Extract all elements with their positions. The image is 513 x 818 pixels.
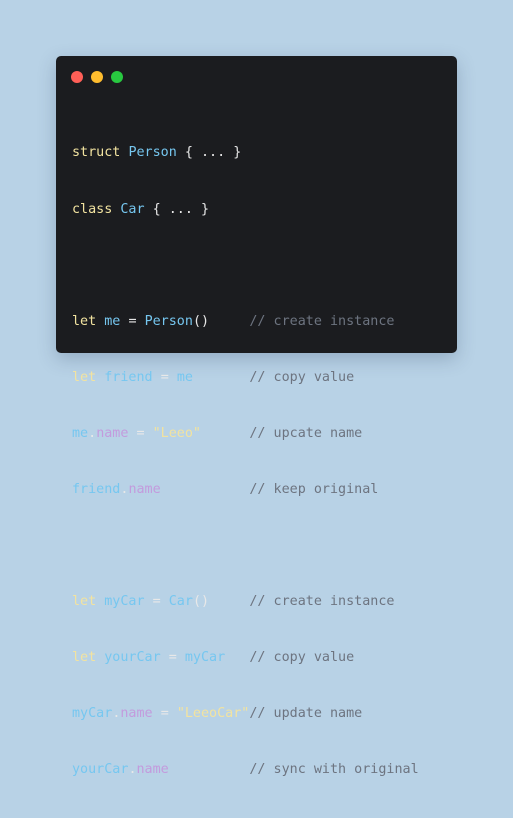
property: name [136,762,169,778]
comment: // update name [249,706,363,722]
property: name [128,481,161,497]
dot: . [120,481,129,497]
comment: // upcate name [249,425,363,441]
comment: // create instance [249,313,395,329]
body-placeholder: { ... } [184,145,242,161]
variable-ref: me [72,425,89,441]
keyword: let [72,313,97,329]
keyword: let [72,369,97,385]
comment: // copy value [249,369,355,385]
variable: me [104,313,121,329]
property: name [96,425,129,441]
code-line-let-mycar: let myCar = Car() // create instance [72,593,419,612]
code-line-let-me: let me = Person() // create instance [72,313,419,332]
variable-ref: myCar [72,706,113,722]
keyword: let [72,650,97,666]
type-call: Car [168,594,193,610]
type-call: Person [144,313,193,329]
variable-ref: myCar [184,650,226,666]
comment: // create instance [249,594,395,610]
string-literal: "Leeo" [152,425,201,441]
operator: = [168,650,177,666]
code-line-let-yourcar: let yourCar = myCar // copy value [72,649,419,668]
type-name: Car [120,201,145,217]
operator: = [136,425,145,441]
keyword: let [72,594,97,610]
comment: // copy value [249,650,355,666]
body-placeholder: { ... } [152,201,210,217]
dot: . [128,762,137,778]
keyword: class [72,201,113,217]
dot: . [112,706,121,722]
code-window: struct Person { ... } class Car { ... } … [56,56,457,777]
code-line-mycar-name: myCar.name = "LeeoCar"// update name [72,705,419,724]
code-line-yourcar-name: yourCar.name // sync with original [72,761,419,780]
code-line-struct: struct Person { ... } [72,144,419,163]
close-dot-icon[interactable] [71,71,83,83]
code-line-let-friend: let friend = me // copy value [72,369,419,388]
zoom-dot-icon[interactable] [111,71,123,83]
comment: // sync with original [249,762,419,778]
variable-ref: friend [72,481,121,497]
parens: () [192,313,210,329]
minimize-dot-icon[interactable] [91,71,103,83]
property: name [120,706,153,722]
operator: = [160,706,169,722]
operator: = [160,369,169,385]
variable-ref: me [176,369,193,385]
code-block: struct Person { ... } class Car { ... } … [72,107,419,818]
variable: yourCar [104,650,161,666]
string-literal: "LeeoCar" [176,706,250,722]
code-line-class: class Car { ... } [72,201,419,220]
variable-ref: yourCar [72,762,129,778]
comment: // keep original [249,481,379,497]
variable: myCar [104,594,145,610]
parens: () [192,594,210,610]
variable: friend [104,369,153,385]
operator: = [128,313,137,329]
code-line-me-name: me.name = "Leeo" // upcate name [72,425,419,444]
window-controls [71,71,123,83]
type-name: Person [128,145,177,161]
keyword: struct [72,145,121,161]
dot: . [88,425,97,441]
operator: = [152,594,161,610]
code-line-friend-name: friend.name // keep original [72,481,419,500]
